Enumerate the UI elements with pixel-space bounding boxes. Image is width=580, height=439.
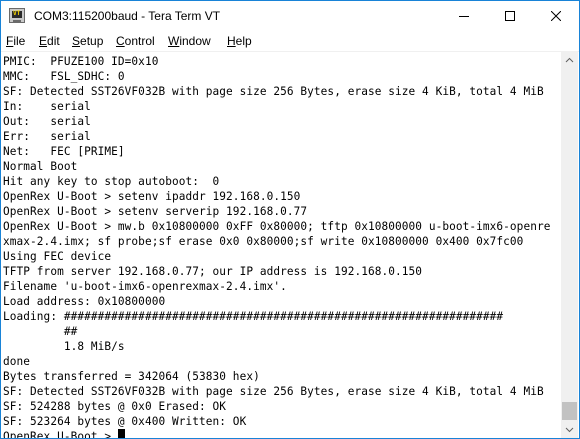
terminal-line: 1.8 MiB/s: [3, 340, 125, 353]
menu-setup[interactable]: Setup: [72, 34, 103, 48]
terminal-line: SF: 523264 bytes @ 0x400 Written: OK: [3, 415, 247, 428]
terminal-line: TFTP from server 192.168.0.77; our IP ad…: [3, 265, 423, 278]
terminal-line: OpenRex U-Boot > mw.b 0x10800000 0xFF 0x…: [3, 220, 551, 233]
maximize-button[interactable]: [487, 1, 533, 31]
title-bar[interactable]: VT COM3:115200baud - Tera Term VT: [1, 1, 579, 31]
terminal-line: xmax-2.4.imx; sf probe;sf erase 0x0 0x80…: [3, 235, 524, 248]
terminal-line: SF: Detected SST26VF032B with page size …: [3, 85, 544, 98]
terminal-prompt-line[interactable]: OpenRex U-Boot >: [3, 429, 125, 438]
minimize-icon: [459, 16, 469, 17]
terminal-line: done: [3, 355, 31, 368]
menu-control[interactable]: Control: [116, 34, 155, 48]
terminal-line: SF: 524288 bytes @ 0x0 Erased: OK: [3, 400, 227, 413]
menu-file[interactable]: File: [6, 34, 25, 48]
terminal-line: Hit any key to stop autoboot: 0: [3, 175, 220, 188]
chevron-up-icon: [565, 57, 574, 63]
menu-window[interactable]: Window: [168, 34, 211, 48]
terminal-line: Filename 'u-boot-imx6-openrexmax-2.4.imx…: [3, 280, 287, 293]
scroll-down-button[interactable]: [561, 421, 578, 438]
tera-term-window: VT COM3:115200baud - Tera Term VT File E…: [0, 0, 580, 439]
terminal-line: OpenRex U-Boot > setenv serverip 192.168…: [3, 205, 308, 218]
maximize-icon: [505, 11, 515, 21]
terminal-line: Err: serial: [3, 130, 91, 143]
terminal-line: Net: FEC [PRIME]: [3, 145, 125, 158]
terminal-line: PMIC: PFUZE100 ID=0x10: [3, 55, 159, 68]
close-button[interactable]: [533, 1, 579, 31]
minimize-button[interactable]: [441, 1, 487, 31]
terminal-line: Normal Boot: [3, 160, 78, 173]
close-icon: [551, 11, 561, 21]
terminal-prompt: OpenRex U-Boot >: [3, 430, 118, 438]
terminal-line: Load address: 0x10800000: [3, 295, 166, 308]
terminal-output[interactable]: PMIC: PFUZE100 ID=0x10 MMC: FSL_SDHC: 0 …: [1, 52, 560, 438]
text-cursor: [117, 429, 125, 438]
scroll-up-button[interactable]: [561, 52, 578, 69]
terminal-line: MMC: FSL_SDHC: 0: [3, 70, 125, 83]
chevron-down-icon: [565, 427, 574, 433]
vertical-scrollbar[interactable]: [561, 52, 578, 438]
menu-help[interactable]: Help: [227, 34, 252, 48]
terminal-line: In: serial: [3, 100, 91, 113]
terminal-line: SF: Detected SST26VF032B with page size …: [3, 385, 544, 398]
terminal-line: Out: serial: [3, 115, 91, 128]
app-icon-text: VT: [13, 10, 21, 17]
terminal-line: OpenRex U-Boot > setenv ipaddr 192.168.0…: [3, 190, 301, 203]
terminal-line: Using FEC device: [3, 250, 112, 263]
terminal-line: Loading: ###############################…: [3, 310, 504, 323]
menu-edit[interactable]: Edit: [39, 34, 60, 48]
scrollbar-thumb[interactable]: [562, 402, 577, 420]
terminal-line: ##: [3, 325, 78, 338]
menu-bar: File Edit Setup Control Window Help: [1, 31, 579, 52]
terminal-line: Bytes transferred = 342064 (53830 hex): [3, 370, 260, 383]
tera-term-icon[interactable]: VT: [9, 8, 25, 23]
window-title: COM3:115200baud - Tera Term VT: [34, 9, 221, 23]
